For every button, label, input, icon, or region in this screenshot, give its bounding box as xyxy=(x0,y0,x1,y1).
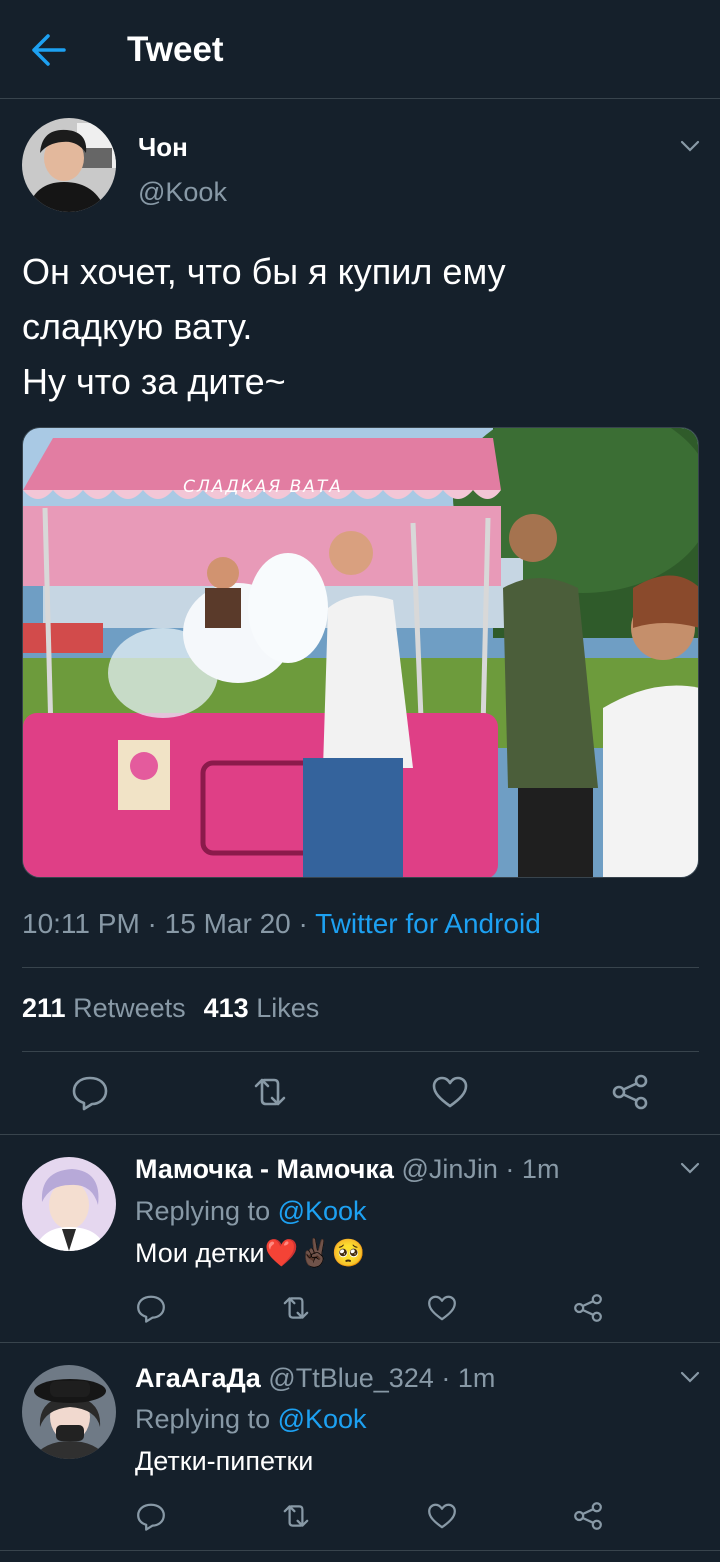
reply-avatar[interactable] xyxy=(22,1157,116,1251)
divider xyxy=(0,1550,720,1551)
replying-to-label: Replying to xyxy=(135,1404,271,1434)
tweet-date: 15 Mar 20 xyxy=(164,908,291,939)
share-icon[interactable] xyxy=(572,1500,604,1532)
tweet-photo[interactable]: СЛАДКАЯ ВАТА xyxy=(22,427,699,878)
share-icon[interactable] xyxy=(572,1292,604,1324)
replying-to-mention[interactable]: @Kook xyxy=(278,1196,367,1226)
reply-icon[interactable] xyxy=(135,1500,167,1532)
reply-header: АгаАгаДа @TtBlue_324 · 1m xyxy=(135,1363,496,1393)
page-title: Tweet xyxy=(127,30,224,69)
reply-author-name[interactable]: Мамочка - Мамочка xyxy=(135,1154,394,1184)
share-icon[interactable] xyxy=(610,1072,650,1112)
replying-to: Replying to @Kook xyxy=(135,1404,367,1435)
retweets-count[interactable]: 211 xyxy=(22,993,66,1023)
author-handle[interactable]: @Kook xyxy=(138,177,227,208)
reply-author-handle[interactable]: @JinJin xyxy=(401,1154,497,1184)
tweet-time: 10:11 PM xyxy=(22,908,140,939)
top-app-bar: Tweet xyxy=(0,0,720,99)
reply-icon[interactable] xyxy=(135,1292,167,1324)
divider xyxy=(0,1134,720,1135)
reply-icon[interactable] xyxy=(70,1072,110,1112)
divider xyxy=(22,967,699,968)
tweet-timestamp: 10:11 PM · 15 Mar 20 · Twitter for Andro… xyxy=(22,908,541,939)
reply-avatar[interactable] xyxy=(22,1365,116,1459)
tweet-client-link[interactable]: Twitter for Android xyxy=(315,908,541,939)
retweet-icon[interactable] xyxy=(280,1292,312,1324)
chevron-down-icon[interactable] xyxy=(678,134,702,158)
author-name[interactable]: Чон xyxy=(138,132,188,163)
author-avatar[interactable] xyxy=(22,118,116,212)
retweets-label[interactable]: Retweets xyxy=(73,993,186,1023)
reply-text: Детки-пипетки xyxy=(135,1446,314,1476)
reply-author-name[interactable]: АгаАгаДа xyxy=(135,1363,261,1393)
retweet-icon[interactable] xyxy=(250,1072,290,1112)
like-heart-icon[interactable] xyxy=(426,1292,458,1324)
replying-to-label: Replying to xyxy=(135,1196,271,1226)
replying-to: Replying to @Kook xyxy=(135,1196,367,1227)
reply-time: 1m xyxy=(521,1154,560,1184)
replying-to-mention[interactable]: @Kook xyxy=(278,1404,367,1434)
tweet-stats: 211 Retweets 413 Likes xyxy=(22,993,319,1024)
like-heart-icon[interactable] xyxy=(426,1500,458,1532)
reply-author-handle[interactable]: @TtBlue_324 xyxy=(268,1363,434,1393)
back-arrow-icon[interactable] xyxy=(28,32,70,68)
likes-label[interactable]: Likes xyxy=(256,993,319,1023)
reply-text: Мои детки❤️✌🏿🥺 xyxy=(135,1238,366,1268)
divider xyxy=(0,1342,720,1343)
likes-count[interactable]: 413 xyxy=(204,993,249,1023)
image-sign-text: СЛАДКАЯ ВАТА xyxy=(183,477,343,497)
chevron-down-icon[interactable] xyxy=(678,1156,702,1180)
retweet-icon[interactable] xyxy=(280,1500,312,1532)
tweet-text: Он хочет, что бы я купил ему сладкую ват… xyxy=(22,251,506,402)
reply-header: Мамочка - Мамочка @JinJin · 1m xyxy=(135,1154,560,1184)
chevron-down-icon[interactable] xyxy=(678,1365,702,1389)
like-heart-icon[interactable] xyxy=(430,1072,470,1112)
divider xyxy=(22,1051,699,1052)
reply-time: 1m xyxy=(457,1363,496,1393)
